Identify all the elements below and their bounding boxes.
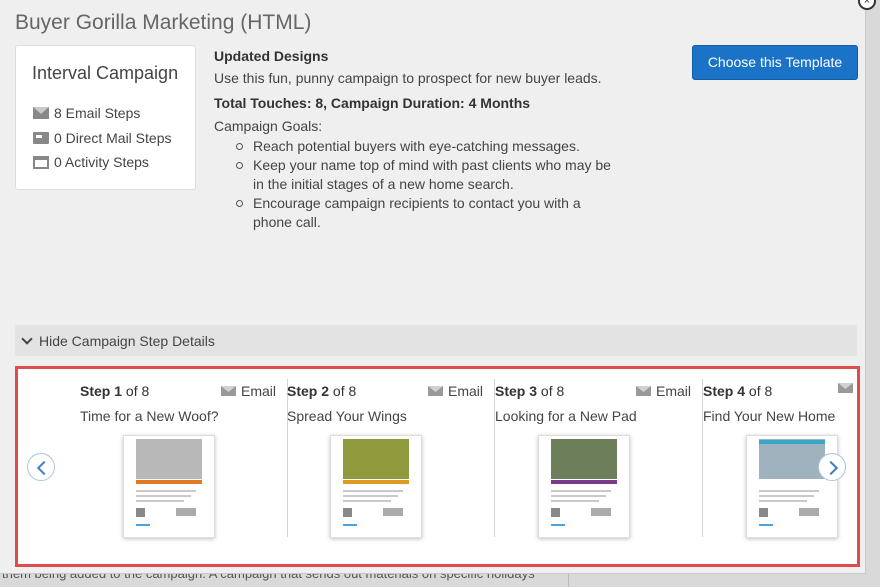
step-title: Spread Your Wings <box>287 408 407 424</box>
carousel-prev-button[interactable] <box>27 453 55 481</box>
goals-title: Campaign Goals: <box>214 118 323 134</box>
goal-item: Keep your name top of mind with past cli… <box>236 156 614 194</box>
goals-list: Reach potential buyers with eye-catching… <box>236 137 614 232</box>
step-card[interactable]: Step 2 of 8 Email Spread Your Wings <box>287 369 495 564</box>
chevron-down-icon <box>21 332 33 345</box>
email-steps-label: 8 Email Steps <box>54 105 141 121</box>
goal-item: Encourage campaign recipients to contact… <box>236 194 614 232</box>
thumbnail-image <box>343 439 409 479</box>
toggle-step-details[interactable]: Hide Campaign Step Details <box>15 325 857 356</box>
email-steps-count: 8 Email Steps <box>33 105 140 121</box>
step-type: Email <box>635 383 691 399</box>
thumbnail-image <box>136 439 202 479</box>
thumbnail-image <box>759 439 825 479</box>
direct-mail-steps-count: 0 Direct Mail Steps <box>33 130 171 146</box>
step-type <box>838 383 858 393</box>
thumbnail-image <box>551 439 617 479</box>
modal-title: Buyer Gorilla Marketing (HTML) <box>15 11 312 34</box>
choose-template-button[interactable]: Choose this Template <box>692 45 858 80</box>
step-card[interactable]: Step 3 of 8 Email Looking for a New Pad <box>495 369 703 564</box>
direct-mail-steps-label: 0 Direct Mail Steps <box>54 130 172 146</box>
mail-card-icon <box>33 132 49 144</box>
step-title: Find Your New Home <box>703 408 836 424</box>
campaign-description: Updated Designs Use this fun, punny camp… <box>214 48 614 232</box>
activity-steps-count: 0 Activity Steps <box>33 154 149 170</box>
campaign-summary-card: Interval Campaign 8 Email Steps 0 Direct… <box>15 45 196 190</box>
email-thumbnail[interactable] <box>330 435 422 538</box>
activity-steps-label: 0 Activity Steps <box>54 154 149 170</box>
touches-summary: Total Touches: 8, Campaign Duration: 4 M… <box>214 95 531 111</box>
envelope-icon <box>427 386 443 396</box>
envelope-icon <box>838 383 853 393</box>
email-thumbnail[interactable] <box>538 435 630 538</box>
carousel-next-button[interactable] <box>818 453 846 481</box>
template-preview-modal: × Buyer Gorilla Marketing (HTML) Interva… <box>0 0 876 574</box>
envelope-icon <box>220 386 236 396</box>
campaign-type-title: Interval Campaign <box>32 63 179 83</box>
campaign-steps-carousel: Step 1 of 8 Email Time for a New Woof? S… <box>15 366 860 567</box>
email-thumbnail[interactable] <box>123 435 215 538</box>
step-title: Looking for a New Pad <box>495 408 637 424</box>
email-thumbnail[interactable] <box>746 435 838 538</box>
close-icon[interactable]: × <box>858 0 876 10</box>
goal-item: Reach potential buyers with eye-catching… <box>236 137 614 156</box>
envelope-icon <box>33 107 49 119</box>
description-text: Use this fun, punny campaign to prospect… <box>214 70 602 86</box>
envelope-icon <box>635 386 651 396</box>
toggle-label: Hide Campaign Step Details <box>39 332 215 349</box>
calendar-icon <box>33 155 49 169</box>
description-heading: Updated Designs <box>214 48 329 64</box>
step-type: Email <box>220 383 276 399</box>
step-title: Time for a New Woof? <box>80 408 219 424</box>
step-card[interactable]: Step 1 of 8 Email Time for a New Woof? <box>80 369 288 564</box>
step-type: Email <box>427 383 483 399</box>
